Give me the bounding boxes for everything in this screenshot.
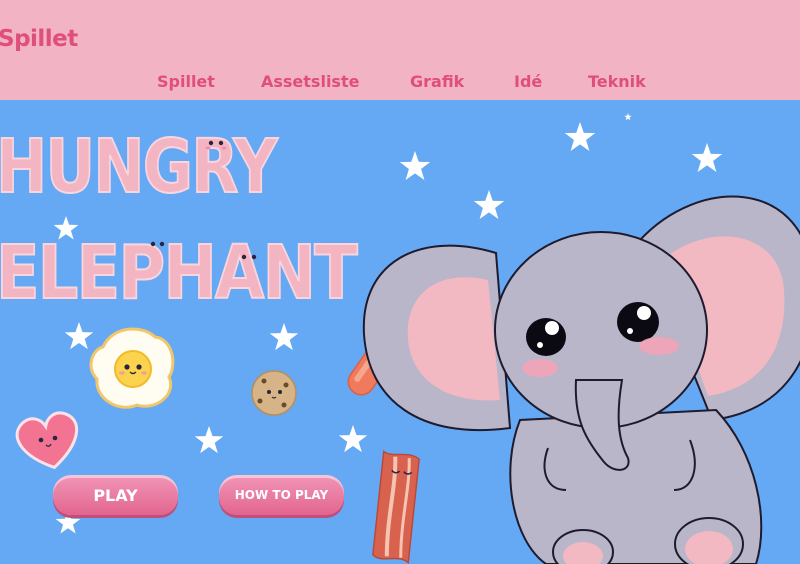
nav-link-spillet[interactable]: Spillet [157,72,215,91]
site-header: Spillet Spillet Assetsliste Grafik Idé T… [0,0,800,100]
star-icon [564,122,596,151]
bacon-icon [372,450,420,564]
star-icon [691,143,723,172]
elephant-character [362,195,800,564]
cookie-icon [251,370,297,416]
play-button[interactable]: PLAY [53,475,178,515]
star-icon [624,113,632,121]
fried-egg-icon [89,327,175,409]
nav-link-grafik[interactable]: Grafik [410,72,464,91]
star-icon [64,322,94,350]
site-brand[interactable]: Spillet [0,26,78,52]
star-icon [194,426,224,454]
nav-link-teknik[interactable]: Teknik [588,72,646,91]
title-line-2: ELEPHANT [0,230,358,316]
nav-link-assetsliste[interactable]: Assetsliste [261,72,359,91]
star-icon [473,190,505,219]
heart-icon [15,411,79,470]
game-title: HUNGRY ELEPHANT [0,123,361,317]
how-to-play-button[interactable]: HOW TO PLAY [219,475,344,515]
star-icon [269,323,299,351]
title-line-1: HUNGRY [0,124,279,210]
main-nav: Spillet Assetsliste Grafik Idé Teknik [0,72,800,96]
nav-link-ide[interactable]: Idé [514,72,542,91]
star-icon [399,151,431,180]
star-icon [338,425,368,453]
